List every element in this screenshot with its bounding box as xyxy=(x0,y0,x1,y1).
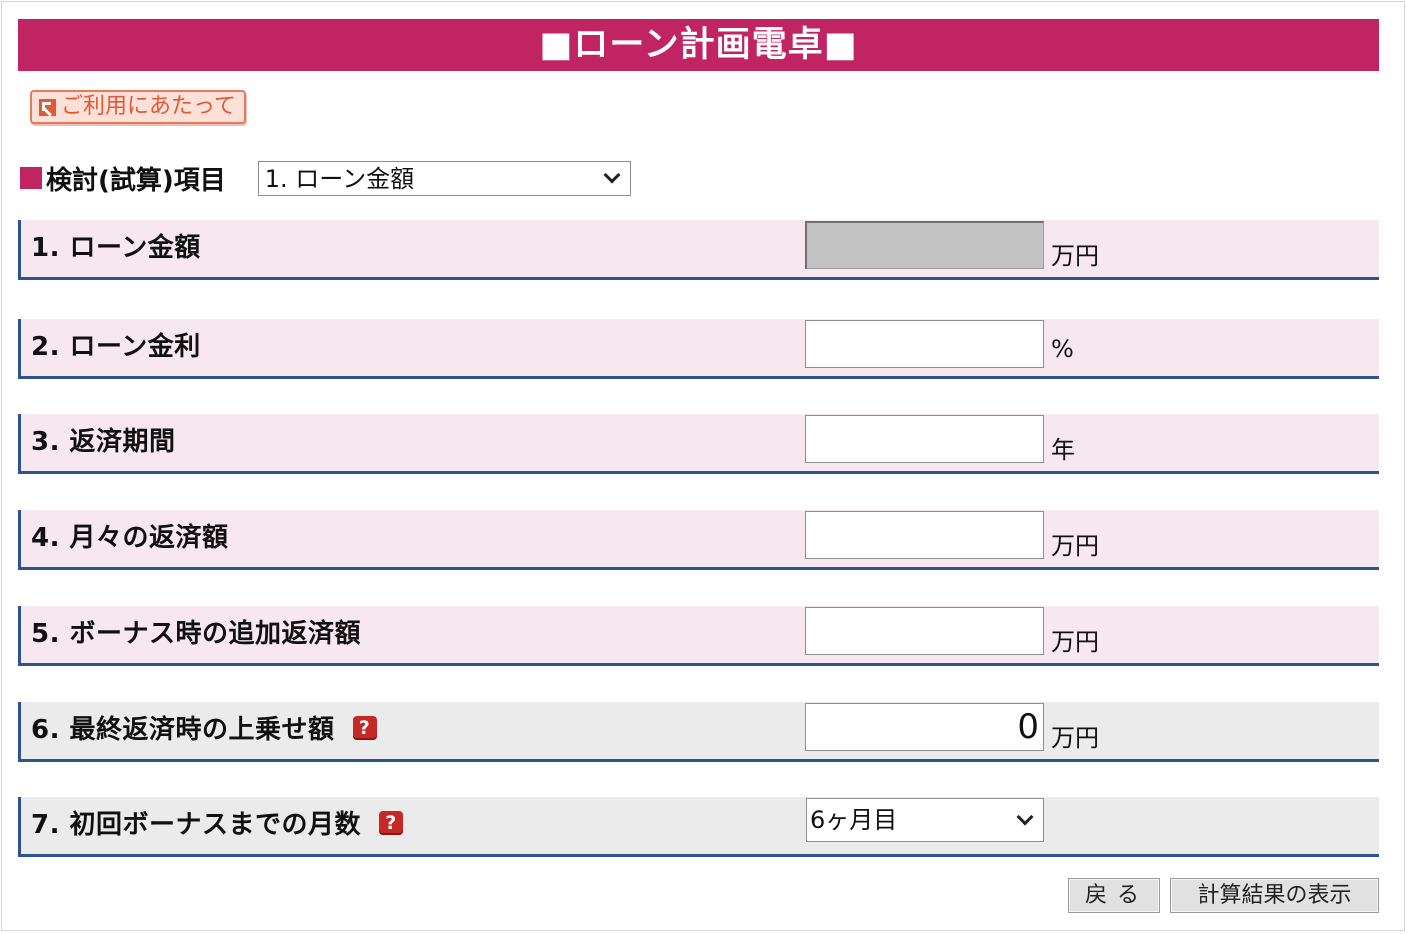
show-result-button[interactable]: 計算結果の表示 xyxy=(1170,878,1379,913)
months-to-first-bonus-label-group: 7. 初回ボーナスまでの月数 ? xyxy=(31,804,404,841)
repayment-period-row: 3. 返済期間 年 xyxy=(18,414,1379,474)
calc-target-label: 検討(試算)項目 xyxy=(46,165,226,196)
bonus-payment-label: 5. ボーナス時の追加返済額 xyxy=(31,619,362,649)
calc-target-selected: 1. ローン金額 xyxy=(264,164,415,193)
calc-target-select[interactable]: 1. ローン金額 xyxy=(257,160,631,196)
usage-guide-label: ご利用にあたって xyxy=(61,94,236,119)
months-to-first-bonus-selected: 6ヶ月目 xyxy=(810,806,898,834)
external-link-icon xyxy=(39,98,56,116)
repayment-period-unit: 年 xyxy=(1051,436,1075,464)
interest-rate-row: 2. ローン金利 % xyxy=(18,319,1379,379)
interest-rate-label: 2. ローン金利 xyxy=(31,332,201,362)
loan-amount-field xyxy=(805,221,1044,269)
back-button[interactable]: 戻る xyxy=(1068,878,1160,913)
final-balloon-label-group: 6. 最終返済時の上乗せ額 ? xyxy=(31,709,377,746)
loan-amount-unit: 万円 xyxy=(1051,242,1099,270)
months-to-first-bonus-select[interactable]: 6ヶ月目 xyxy=(806,798,1044,842)
final-balloon-row: 6. 最終返済時の上乗せ額 ? 0 万円 xyxy=(18,702,1379,762)
help-icon[interactable]: ? xyxy=(352,715,377,740)
repayment-period-label: 3. 返済期間 xyxy=(31,427,176,457)
bonus-payment-row: 5. ボーナス時の追加返済額 万円 xyxy=(18,606,1379,666)
interest-rate-unit: % xyxy=(1051,335,1074,363)
repayment-period-field[interactable] xyxy=(805,415,1044,463)
bonus-payment-unit: 万円 xyxy=(1051,628,1099,656)
help-icon[interactable]: ? xyxy=(379,810,404,835)
usage-guide-button[interactable]: ご利用にあたって xyxy=(30,90,246,124)
final-balloon-label: 6. 最終返済時の上乗せ額 xyxy=(31,715,335,745)
bonus-payment-field[interactable] xyxy=(805,607,1044,655)
monthly-payment-unit: 万円 xyxy=(1051,532,1099,560)
final-balloon-unit: 万円 xyxy=(1051,724,1099,752)
page-title: ■ローン計画電卓■ xyxy=(18,19,1379,71)
chevron-down-icon xyxy=(603,166,621,183)
chevron-down-icon xyxy=(1016,808,1034,826)
monthly-payment-row: 4. 月々の返済額 万円 xyxy=(18,510,1379,570)
monthly-payment-field[interactable] xyxy=(805,511,1044,559)
months-to-first-bonus-label: 7. 初回ボーナスまでの月数 xyxy=(31,810,362,840)
calc-target-row: 検討(試算)項目 1. ローン金額 xyxy=(20,160,631,196)
interest-rate-field[interactable] xyxy=(805,320,1044,368)
final-balloon-field[interactable]: 0 xyxy=(805,703,1044,751)
loan-amount-row: 1. ローン金額 万円 xyxy=(18,220,1379,280)
months-to-first-bonus-row: 7. 初回ボーナスまでの月数 ? 6ヶ月目 xyxy=(18,797,1379,857)
monthly-payment-label: 4. 月々の返済額 xyxy=(31,523,229,553)
square-bullet-icon xyxy=(20,167,42,189)
loan-amount-label: 1. ローン金額 xyxy=(31,233,201,263)
